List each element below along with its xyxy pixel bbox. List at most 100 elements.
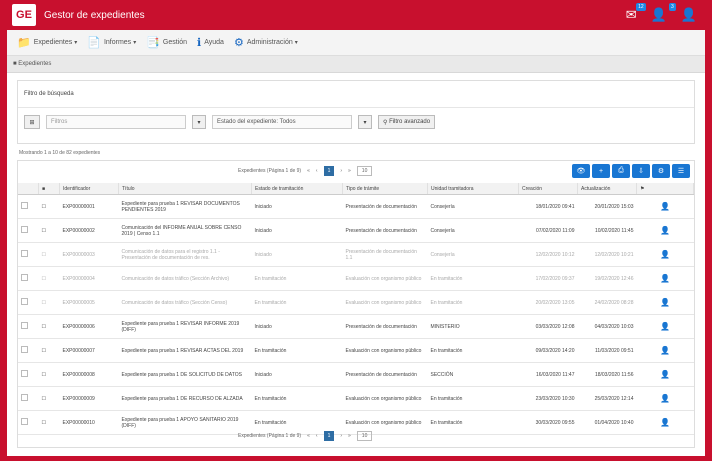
row-marker[interactable]: ☐	[38, 338, 60, 363]
prev-page-icon[interactable]: ‹	[316, 168, 318, 174]
filter-title: Filtro de búsqueda	[24, 91, 74, 97]
account-icon[interactable]: 👤	[681, 7, 697, 23]
row-marker[interactable]: ☐	[38, 362, 60, 387]
page-size-select[interactable]: 10	[356, 431, 373, 441]
next-page-icon[interactable]: ›	[340, 433, 342, 439]
assign-user-icon[interactable]: 👤	[636, 194, 694, 219]
column-header[interactable]: Título	[118, 183, 252, 195]
row-checkbox[interactable]	[18, 314, 39, 339]
column-header[interactable]: Creación	[518, 183, 578, 195]
row-checkbox[interactable]	[18, 362, 39, 387]
menu-ayuda[interactable]: ℹ Ayuda	[197, 36, 224, 49]
column-header[interactable]: Identificador	[59, 183, 119, 195]
last-page-icon[interactable]: »	[348, 168, 351, 174]
title-cell: Comunicación de datos tráfico (Sección C…	[118, 290, 252, 315]
menu-administracion[interactable]: ⚙ Administración ▾	[234, 36, 298, 49]
print-icon[interactable]: ⎙	[612, 164, 630, 178]
table-row[interactable]: ☐ EXP00000001 Expediente para prueba 1 REV…	[18, 194, 694, 219]
prev-page-icon[interactable]: ‹	[316, 433, 318, 439]
list-icon[interactable]: ☰	[672, 164, 690, 178]
row-checkbox[interactable]	[18, 410, 39, 435]
id-cell: EXP00000003	[59, 242, 119, 267]
id-cell: EXP00000002	[59, 218, 119, 243]
assign-user-icon[interactable]: 👤	[636, 338, 694, 363]
status-select[interactable]: Estado del expediente: Todos	[212, 115, 352, 129]
user-icon[interactable]: 👤 3	[651, 3, 676, 23]
type-cell: Presentación de documentación	[342, 314, 428, 339]
row-marker[interactable]: ☐	[38, 194, 60, 219]
row-marker[interactable]: ☐	[38, 242, 60, 267]
row-marker[interactable]: ☐	[38, 290, 60, 315]
row-marker[interactable]: ☐	[38, 410, 60, 435]
next-page-icon[interactable]: ›	[340, 168, 342, 174]
filter-input[interactable]: Filtros	[46, 115, 186, 129]
row-checkbox[interactable]	[18, 290, 39, 315]
user-badge: 3	[669, 3, 676, 11]
assign-user-icon[interactable]: 👤	[636, 218, 694, 243]
status-dropdown-button[interactable]: ▾	[358, 115, 372, 129]
assign-user-icon[interactable]: 👤	[636, 386, 694, 411]
menu-expedientes[interactable]: 📁 Expedientes ▾	[17, 36, 77, 49]
column-header[interactable]: ■	[38, 183, 60, 195]
assign-user-icon[interactable]: 👤	[636, 242, 694, 267]
first-page-icon[interactable]: «	[307, 433, 310, 439]
assign-user-icon[interactable]: 👤	[636, 290, 694, 315]
current-page[interactable]: 1	[323, 431, 335, 441]
assign-user-icon[interactable]: 👤	[636, 410, 694, 435]
table-row[interactable]: ☐ EXP00000008 Expediente para prueba 1 DE …	[18, 362, 694, 387]
table-row[interactable]: ☐ EXP00000007 Expediente para prueba 1 REV…	[18, 338, 694, 363]
last-page-icon[interactable]: »	[348, 433, 351, 439]
assign-user-icon[interactable]: 👤	[636, 314, 694, 339]
row-marker[interactable]: ☐	[38, 386, 60, 411]
select-all-header[interactable]	[18, 183, 39, 195]
column-header[interactable]: Unidad tramitadora	[427, 183, 519, 195]
row-checkbox[interactable]	[18, 242, 39, 267]
notifications-icon[interactable]: ✉ 12	[626, 3, 646, 23]
assign-user-icon[interactable]: 👤	[636, 362, 694, 387]
view-icon[interactable]: 👁	[572, 164, 590, 178]
first-page-icon[interactable]: «	[307, 168, 310, 174]
app-title: Gestor de expedientes	[44, 9, 145, 21]
row-checkbox[interactable]	[18, 386, 39, 411]
table-row[interactable]: ☐ EXP00000005 Comunicación de datos tráfic…	[18, 290, 694, 315]
updated-cell: 11/03/2020 09:51	[577, 338, 637, 363]
column-header[interactable]: Tipo de trámite	[342, 183, 428, 195]
menu-gestion[interactable]: 📑 Gestión	[146, 36, 187, 49]
current-page[interactable]: 1	[323, 166, 335, 176]
row-marker[interactable]: ☐	[38, 266, 60, 291]
unit-cell: Consejería	[427, 194, 519, 219]
filter-toggle-button[interactable]: ⊞	[24, 115, 40, 129]
updated-cell: 01/04/2020 10:40	[577, 410, 637, 435]
row-checkbox[interactable]	[18, 194, 39, 219]
id-cell: EXP00000006	[59, 314, 119, 339]
table-row[interactable]: ☐ EXP00000009 Expediente para prueba 1 DE …	[18, 386, 694, 411]
menu-informes[interactable]: 📄 Informes ▾	[87, 36, 136, 49]
app-logo[interactable]: GE	[12, 4, 36, 26]
table-row[interactable]: ☐ EXP00000003 Comunicación de datos para e…	[18, 242, 694, 267]
row-checkbox[interactable]	[18, 266, 39, 291]
column-header[interactable]: ⚑	[636, 183, 694, 195]
table-row[interactable]: ☐ EXP00000006 Expediente para prueba 1 REV…	[18, 314, 694, 339]
export-icon[interactable]: ⇩	[632, 164, 650, 178]
breadcrumb-item[interactable]: Expedientes	[18, 61, 51, 67]
table-row[interactable]: ☐ EXP00000002 Comunicación del INFORME ANU…	[18, 218, 694, 243]
type-cell: Presentación de documentación	[342, 362, 428, 387]
advanced-filter-button[interactable]: ⚲ Filtro avanzado	[378, 115, 436, 129]
row-checkbox[interactable]	[18, 218, 39, 243]
top-bar: GE Gestor de expedientes ✉ 12 👤 3 👤	[7, 0, 705, 30]
column-header[interactable]: Actualización	[577, 183, 637, 195]
config-icon[interactable]: ⚙	[652, 164, 670, 178]
column-header[interactable]: Estado de tramitación	[251, 183, 343, 195]
updated-cell: 24/02/2020 08:28	[577, 290, 637, 315]
filter-dropdown-button[interactable]: ▾	[192, 115, 206, 129]
row-marker[interactable]: ☐	[38, 218, 60, 243]
row-marker[interactable]: ☐	[38, 314, 60, 339]
page-size-select[interactable]: 10	[356, 166, 373, 176]
row-checkbox[interactable]	[18, 338, 39, 363]
created-cell: 30/03/2020 09:55	[518, 410, 578, 435]
assign-user-icon[interactable]: 👤	[636, 266, 694, 291]
table-row[interactable]: ☐ EXP00000004 Comunicación de datos tráfic…	[18, 266, 694, 291]
add-icon[interactable]: +	[592, 164, 610, 178]
chevron-down-icon: ▾	[133, 40, 137, 46]
expedientes-table: ■ Identificador Título Estado de tramita…	[18, 183, 694, 435]
